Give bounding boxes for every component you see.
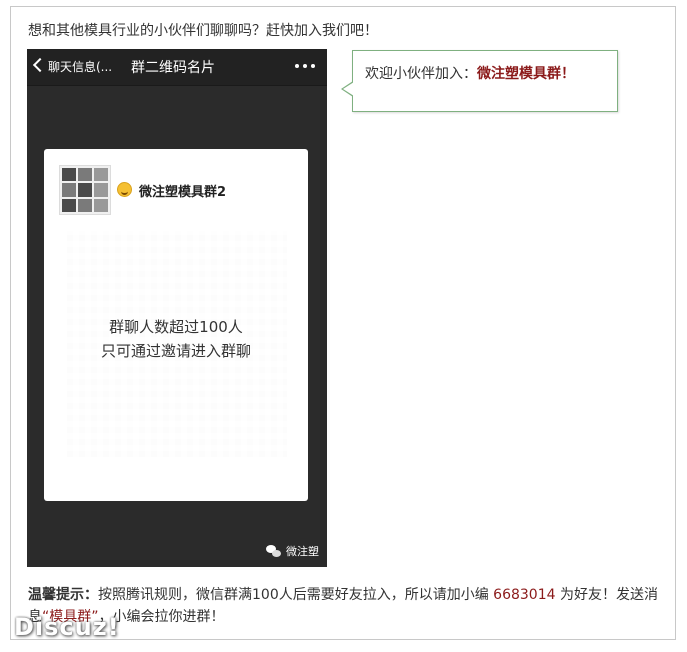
discuz-logo: Discuz! xyxy=(14,613,120,641)
watermark: 微注塑 xyxy=(266,543,319,559)
phone-title: 群二维码名片 xyxy=(131,60,215,76)
bubble-highlight: 微注塑模具群！ xyxy=(477,66,575,82)
wechat-screenshot: 聊天信息(... 群二维码名片 微注塑模具群2 群聊人数超过100人 只可通过邀… xyxy=(27,49,327,567)
intro-text: 想和其他模具行业的小伙伴们聊聊吗？赶快加入我们吧！ xyxy=(28,23,378,39)
qr-message-line1: 群聊人数超过100人 xyxy=(109,318,243,336)
wechat-logo-icon xyxy=(266,544,282,558)
watermark-text: 微注塑 xyxy=(286,545,319,558)
welcome-bubble: 欢迎小伙伴加入：微注塑模具群！ xyxy=(341,50,618,112)
more-dots-icon[interactable] xyxy=(295,64,315,69)
qr-card: 微注塑模具群2 群聊人数超过100人 只可通过邀请进入群聊 xyxy=(44,149,308,501)
tip-number: 6683014 xyxy=(493,587,556,603)
group-avatar xyxy=(59,165,111,215)
qr-message-line2: 只可通过邀请进入群聊 xyxy=(100,342,251,360)
back-label: 聊天信息(... xyxy=(48,60,113,74)
group-name: 微注塑模具群2 xyxy=(139,185,227,200)
qr-message: 群聊人数超过100人 只可通过邀请进入群聊 xyxy=(44,315,308,363)
grin-emoji-icon xyxy=(117,182,132,197)
back-button[interactable]: 聊天信息(... xyxy=(32,57,113,75)
warm-tip: 温馨提示：按照腾讯规则，微信群满100人后需要好友拉入，所以请加小编 66830… xyxy=(28,584,660,628)
bubble-text: 欢迎小伙伴加入：微注塑模具群！ xyxy=(365,63,575,83)
phone-title-bar: 聊天信息(... 群二维码名片 xyxy=(27,49,327,86)
back-chevron-icon xyxy=(32,57,48,73)
tip-text1: 按照腾讯规则，微信群满100人后需要好友拉入，所以请加小编 xyxy=(98,587,494,603)
bubble-prefix: 欢迎小伙伴加入： xyxy=(365,66,477,82)
tip-label: 温馨提示： xyxy=(28,587,98,603)
